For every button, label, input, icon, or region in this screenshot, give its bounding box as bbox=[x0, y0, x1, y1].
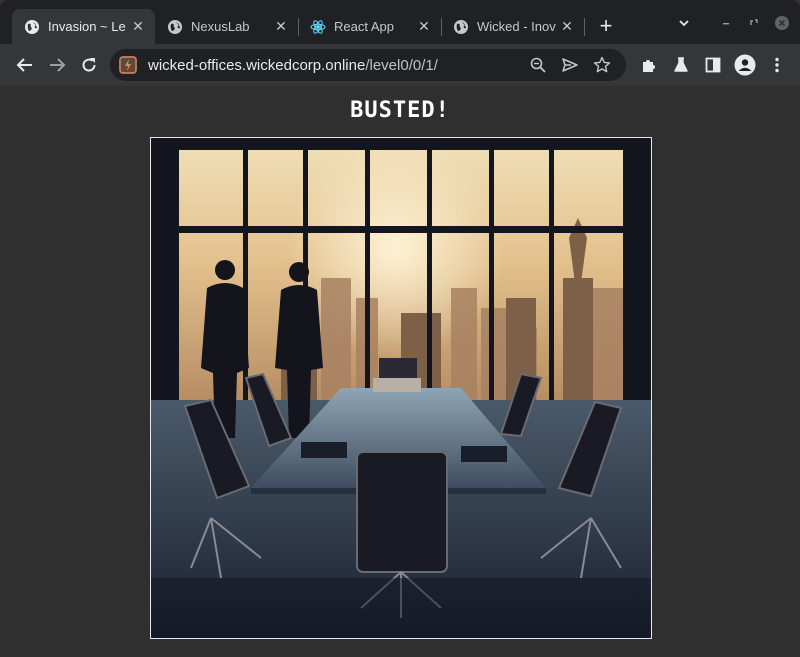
close-tab-icon[interactable]: ✕ bbox=[129, 18, 147, 36]
menu-kebab-icon[interactable] bbox=[765, 53, 789, 77]
browser-window: Invasion ~ Le ✕ NexusLab ✕ React App ✕ W… bbox=[0, 0, 800, 657]
tab-wicked[interactable]: Wicked - Inov ✕ bbox=[441, 9, 584, 44]
tab-title: Invasion ~ Le bbox=[48, 19, 126, 34]
reload-button[interactable] bbox=[77, 53, 101, 77]
url-host: wicked-offices.wickedcorp.online bbox=[148, 57, 366, 74]
tab-search-button[interactable] bbox=[674, 13, 694, 33]
tab-title: NexusLab bbox=[191, 19, 250, 34]
side-panel-icon[interactable] bbox=[701, 53, 725, 77]
site-favicon-icon bbox=[119, 56, 137, 74]
tab-react-app[interactable]: React App ✕ bbox=[298, 9, 441, 44]
extensions-puzzle-icon[interactable] bbox=[637, 53, 661, 77]
react-icon bbox=[310, 19, 326, 35]
forward-button[interactable] bbox=[45, 53, 69, 77]
close-window-button[interactable] bbox=[772, 13, 792, 33]
profile-avatar-icon[interactable] bbox=[733, 53, 757, 77]
maximize-button[interactable] bbox=[744, 13, 764, 33]
tab-nexuslab[interactable]: NexusLab ✕ bbox=[155, 9, 298, 44]
page-content: BUSTED! bbox=[0, 86, 800, 657]
address-bar[interactable]: wicked-offices.wickedcorp.online/level0/… bbox=[110, 49, 626, 81]
labs-flask-icon[interactable] bbox=[669, 53, 693, 77]
tab-title: React App bbox=[334, 19, 394, 34]
new-tab-button[interactable]: + bbox=[594, 15, 618, 39]
send-icon[interactable] bbox=[560, 55, 580, 75]
globe-icon bbox=[24, 19, 40, 35]
back-button[interactable] bbox=[13, 53, 37, 77]
boardroom-image bbox=[150, 137, 652, 639]
tab-invasion[interactable]: Invasion ~ Le ✕ bbox=[12, 9, 155, 44]
tab-title: Wicked - Inov bbox=[477, 19, 556, 34]
tab-separator bbox=[584, 18, 585, 36]
tab-strip: Invasion ~ Le ✕ NexusLab ✕ React App ✕ W… bbox=[0, 0, 800, 44]
close-tab-icon[interactable]: ✕ bbox=[272, 18, 290, 36]
zoom-icon[interactable] bbox=[528, 55, 548, 75]
bookmark-star-icon[interactable] bbox=[592, 55, 612, 75]
globe-icon bbox=[453, 19, 469, 35]
url-text[interactable]: wicked-offices.wickedcorp.online/level0/… bbox=[148, 57, 438, 74]
url-path: /level0/0/1/ bbox=[365, 57, 438, 74]
globe-icon bbox=[167, 19, 183, 35]
minimize-button[interactable] bbox=[716, 13, 736, 33]
page-heading: BUSTED! bbox=[350, 98, 450, 123]
close-tab-icon[interactable]: ✕ bbox=[415, 18, 433, 36]
close-tab-icon[interactable]: ✕ bbox=[558, 18, 576, 36]
